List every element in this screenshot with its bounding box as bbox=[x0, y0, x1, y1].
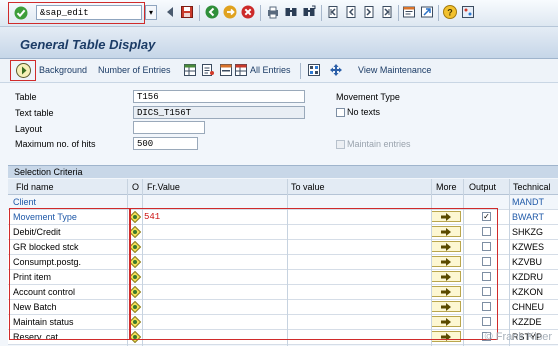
help-icon[interactable]: ? bbox=[443, 5, 457, 19]
col-fr-value[interactable]: Fr.Value bbox=[147, 182, 180, 192]
highlight-execute bbox=[10, 60, 36, 81]
title-bar: General Table Display bbox=[0, 27, 558, 59]
text-table-label: Text table bbox=[15, 108, 54, 118]
technical-name: KZWES bbox=[512, 242, 545, 252]
application-toolbar: Background Number of Entries All Entries… bbox=[0, 59, 558, 83]
highlight-values bbox=[130, 208, 498, 340]
green-back-icon[interactable] bbox=[205, 5, 219, 19]
maintain-entries-label: Maintain entries bbox=[347, 139, 411, 149]
col-output[interactable]: Output bbox=[469, 182, 496, 192]
field-selection-icon[interactable] bbox=[307, 63, 321, 77]
background-button[interactable]: Background bbox=[39, 65, 87, 75]
number-of-entries-button[interactable]: Number of Entries bbox=[98, 65, 171, 75]
next-page-icon[interactable] bbox=[362, 5, 376, 19]
technical-name: CHNEU bbox=[512, 302, 545, 312]
col-more[interactable]: More bbox=[436, 182, 457, 192]
save-icon[interactable] bbox=[180, 5, 194, 19]
exit-icon[interactable] bbox=[223, 5, 237, 19]
customize-icon[interactable] bbox=[461, 5, 475, 19]
table-label: Table bbox=[15, 92, 37, 102]
client-technical: MANDT bbox=[512, 197, 544, 207]
max-hits-label: Maximum no. of hits bbox=[15, 139, 96, 149]
shortcut-icon[interactable] bbox=[420, 5, 434, 19]
all-entries-icon[interactable] bbox=[234, 63, 248, 77]
technical-name: KZKON bbox=[512, 287, 544, 297]
back-icon[interactable] bbox=[163, 5, 177, 19]
all-entries-button[interactable]: All Entries bbox=[250, 65, 291, 75]
highlight-fields bbox=[9, 208, 130, 340]
create-session-icon[interactable] bbox=[402, 5, 416, 19]
selection-criteria-header: Selection Criteria bbox=[8, 165, 558, 178]
table-entries-icon[interactable] bbox=[183, 63, 197, 77]
highlight-command-box bbox=[8, 2, 145, 24]
view-maintenance-button[interactable]: View Maintenance bbox=[358, 65, 431, 75]
print-list-icon[interactable] bbox=[201, 63, 215, 77]
technical-name: KZZDE bbox=[512, 317, 542, 327]
last-page-icon[interactable] bbox=[380, 5, 394, 19]
col-o[interactable]: O bbox=[132, 182, 139, 192]
max-hits-input[interactable]: 500 bbox=[133, 137, 198, 150]
cancel-icon[interactable] bbox=[241, 5, 255, 19]
text-table-field: DICS_T156T bbox=[133, 106, 305, 119]
col-to-value[interactable]: To value bbox=[291, 182, 325, 192]
movement-type-label: Movement Type bbox=[336, 92, 400, 102]
technical-name: KZVBU bbox=[512, 257, 543, 267]
svg-text:?: ? bbox=[447, 8, 453, 18]
find-next-icon[interactable] bbox=[302, 5, 316, 19]
technical-name: SHKZG bbox=[512, 227, 544, 237]
col-fld-name[interactable]: Fld name bbox=[16, 182, 54, 192]
client-field-name[interactable]: Client bbox=[13, 197, 36, 207]
maintain-entries-checkbox bbox=[336, 140, 345, 149]
system-toolbar: &sap_edit ▾ ? bbox=[0, 0, 558, 27]
watermark: © Frank Kiser bbox=[484, 331, 552, 343]
command-dropdown-icon[interactable]: ▾ bbox=[145, 5, 157, 20]
first-page-icon[interactable] bbox=[326, 5, 340, 19]
no-texts-checkbox[interactable] bbox=[336, 108, 345, 117]
page-title: General Table Display bbox=[20, 37, 156, 52]
print-icon[interactable] bbox=[266, 5, 280, 19]
col-technical[interactable]: Technical bbox=[513, 182, 551, 192]
selection-criteria-label: Selection Criteria bbox=[14, 167, 83, 177]
find-icon[interactable] bbox=[284, 5, 298, 19]
layout-icon[interactable] bbox=[219, 63, 233, 77]
technical-name: KZDRU bbox=[512, 272, 543, 282]
criteria-table-header: Fld name O Fr.Value To value More Output… bbox=[8, 179, 558, 195]
no-texts-label: No texts bbox=[347, 107, 381, 117]
layout-input[interactable] bbox=[133, 121, 205, 134]
move-icon[interactable] bbox=[329, 63, 343, 77]
technical-name: BWART bbox=[512, 212, 545, 222]
column-divider bbox=[509, 179, 510, 346]
table-input[interactable]: T156 bbox=[133, 90, 305, 103]
layout-label: Layout bbox=[15, 124, 43, 134]
previous-page-icon[interactable] bbox=[344, 5, 358, 19]
